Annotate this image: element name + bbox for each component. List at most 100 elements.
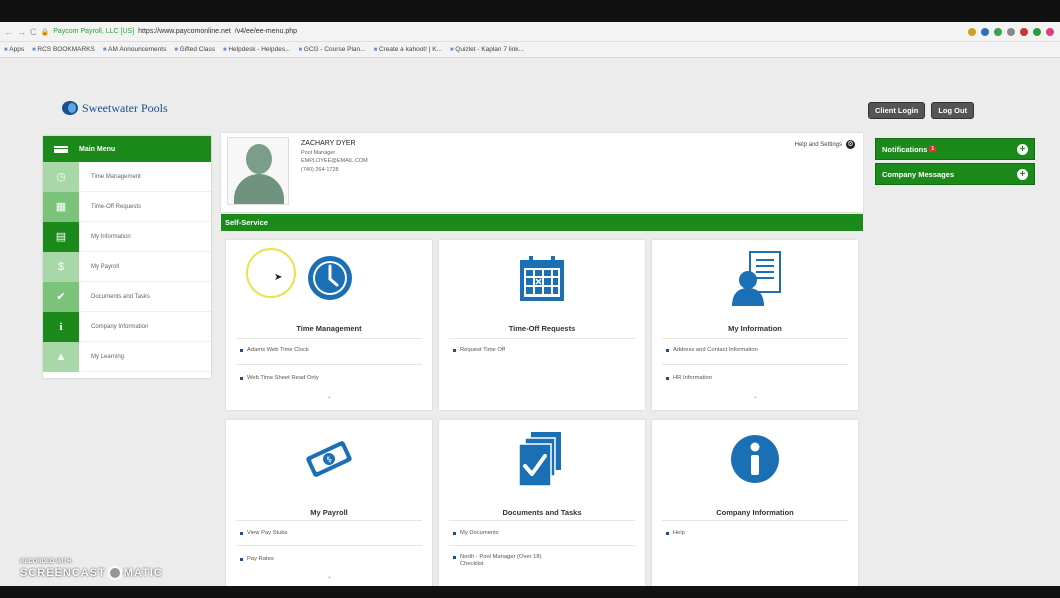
divider [662, 520, 848, 521]
graduation-icon: ▲ [43, 341, 79, 372]
card-title: My Information [728, 324, 782, 333]
main-menu-title: Main Menu [79, 145, 116, 153]
bookmark-item[interactable]: AM Announcements [103, 46, 166, 53]
extension-icons[interactable] [968, 27, 1060, 36]
divider [449, 520, 635, 521]
sidebar-item-my-information[interactable]: ▤ My Information [43, 221, 211, 252]
link-pay-rates[interactable]: Pay Rates [240, 556, 274, 563]
card-documents-and-tasks[interactable]: Documents and Tasks My Documents North -… [439, 420, 645, 586]
link-adams-web-time-clock[interactable]: Adams Web Time Clock [240, 347, 309, 354]
link-my-documents[interactable]: My Documents [453, 530, 499, 537]
screencast-logo-icon [107, 566, 122, 580]
divider [236, 545, 422, 546]
bookmarks-bar: Apps RCS BOOKMARKS AM Announcements Gift… [0, 42, 1060, 58]
sidebar-item-label: Time Management [91, 173, 141, 180]
divider [662, 364, 848, 365]
info-icon: i [43, 311, 79, 342]
top-letterbox [0, 0, 1060, 22]
notifications-button[interactable]: Notifications 1 + [875, 138, 1035, 160]
sidebar-item-time-management[interactable]: ◷ Time Management [43, 161, 211, 192]
link-address-contact[interactable]: Address and Contact Information [666, 347, 758, 354]
forward-icon[interactable]: → [17, 27, 26, 37]
bookmark-item[interactable]: RCS BOOKMARKS [32, 46, 94, 53]
self-service-bar: Self-Service [221, 214, 863, 231]
profile-panel: ZACHARY DYER Pool Manager EMPLOYEE@EMAIL… [221, 133, 863, 212]
sidebar-item-my-learning[interactable]: ▲ My Learning [43, 341, 211, 372]
divider [449, 338, 635, 339]
hamburger-icon[interactable] [43, 145, 79, 153]
sidebar-item-label: My Payroll [91, 263, 120, 270]
checklist-icon [518, 432, 561, 487]
extension-icon[interactable] [1020, 27, 1028, 36]
main-menu-header[interactable]: Main Menu [43, 136, 211, 162]
chevron-down-icon[interactable]: ⌄ [327, 393, 332, 400]
card-time-management[interactable]: ➤ Time Management Adams Web Time Clock W… [226, 240, 432, 410]
divider [449, 545, 635, 546]
employee-phone: (740) 264-1728 [301, 166, 339, 173]
divider [236, 338, 422, 339]
screen: ← → C 🔒 Paycom Payroll, LLC [US] https:/… [0, 0, 1060, 598]
link-web-time-sheet[interactable]: Web Time Sheet Read Only [240, 375, 319, 382]
card-title: Company Information [716, 508, 794, 517]
right-panel: Notifications 1 + Company Messages + [875, 138, 1035, 188]
card-my-information[interactable]: My Information Address and Contact Infor… [652, 240, 858, 410]
url-path[interactable]: /v4/ee/ee-menu.php [235, 28, 297, 35]
bookmark-item[interactable]: Gifted Class [174, 46, 215, 53]
company-logo[interactable]: Sweetwater Pools [62, 98, 168, 118]
help-settings-label: Help and Settings [794, 141, 842, 148]
chevron-down-icon[interactable]: ⌄ [753, 393, 758, 400]
extension-icon[interactable] [994, 27, 1002, 36]
company-messages-label: Company Messages [882, 169, 955, 179]
screencast-watermark: RECORDED WITH SCREENCAST MATIC [20, 558, 163, 580]
extension-icon[interactable] [1033, 27, 1041, 36]
avatar[interactable] [227, 137, 289, 205]
star-icon[interactable] [968, 27, 976, 36]
bookmark-item[interactable]: Quizlet - Kaplan 7 link... [450, 46, 524, 53]
extension-icon[interactable] [981, 27, 989, 36]
bookmark-item[interactable]: Create a kahoot! | K... [374, 46, 442, 53]
log-out-button[interactable]: Log Out [931, 102, 975, 119]
sidebar-item-my-payroll[interactable]: $ My Payroll [43, 251, 211, 282]
card-title: Time Management [296, 324, 362, 333]
company-messages-button[interactable]: Company Messages + [875, 163, 1035, 185]
watermark-logo: SCREENCAST MATIC [20, 566, 163, 580]
chevron-down-icon[interactable]: ⌄ [327, 573, 332, 580]
card-time-off-requests[interactable]: Time-Off Requests Request Time Off [439, 240, 645, 410]
url-host[interactable]: https://www.paycomonline.net [138, 28, 231, 35]
bookmark-item[interactable]: GCG - Course Plan... [298, 46, 366, 53]
id-card-icon [732, 251, 781, 306]
reload-icon[interactable]: C [30, 27, 37, 37]
bookmark-item[interactable]: Apps [4, 46, 24, 53]
employee-name: ZACHARY DYER [301, 140, 356, 147]
sidebar-item-label: Time-Off Requests [91, 203, 142, 210]
sidebar-item-time-off-requests[interactable]: ▦ Time-Off Requests [43, 191, 211, 222]
browser-address-bar[interactable]: ← → C 🔒 Paycom Payroll, LLC [US] https:/… [0, 22, 1060, 42]
plus-icon[interactable]: + [1017, 169, 1028, 180]
link-hr-information[interactable]: HR Information [666, 375, 712, 382]
logo-text: Sweetwater Pools [82, 100, 168, 115]
card-title: My Payroll [310, 508, 348, 517]
card-company-information[interactable]: Company Information Help [652, 420, 858, 586]
sidebar-item-label: My Information [91, 233, 131, 240]
money-icon: $ [306, 441, 352, 477]
sidebar-item-documents-and-tasks[interactable]: ✔ Documents and Tasks [43, 281, 211, 312]
extension-icon[interactable] [1007, 27, 1015, 36]
plus-icon[interactable]: + [1017, 144, 1028, 155]
back-icon[interactable]: ← [4, 27, 13, 37]
header-buttons: Client Login Log Out [868, 102, 975, 119]
client-login-button[interactable]: Client Login [868, 102, 926, 119]
extension-icon[interactable] [1046, 27, 1054, 36]
help-and-settings-link[interactable]: Help and Settings ⚙ [795, 140, 855, 149]
link-pool-manager-checklist[interactable]: North - Pool Manager (Over 18) Checklist [453, 554, 563, 568]
link-request-time-off[interactable]: Request Time Off [453, 347, 505, 354]
employee-title: Pool Manager [301, 149, 336, 156]
notifications-badge: 1 [929, 146, 937, 152]
info-icon [731, 435, 779, 483]
sidebar-item-company-information[interactable]: i Company Information [43, 311, 211, 342]
link-view-pay-stubs[interactable]: View Pay Stubs [240, 530, 288, 537]
link-help[interactable]: Help [666, 530, 685, 537]
watermark-line1: RECORDED WITH [20, 559, 72, 565]
bookmark-item[interactable]: Helpdesk - Helpdes... [223, 46, 290, 53]
card-my-payroll[interactable]: $ My Payroll View Pay Stubs Pay Rates ⌄ [226, 420, 432, 586]
card-title: Documents and Tasks [502, 508, 582, 517]
